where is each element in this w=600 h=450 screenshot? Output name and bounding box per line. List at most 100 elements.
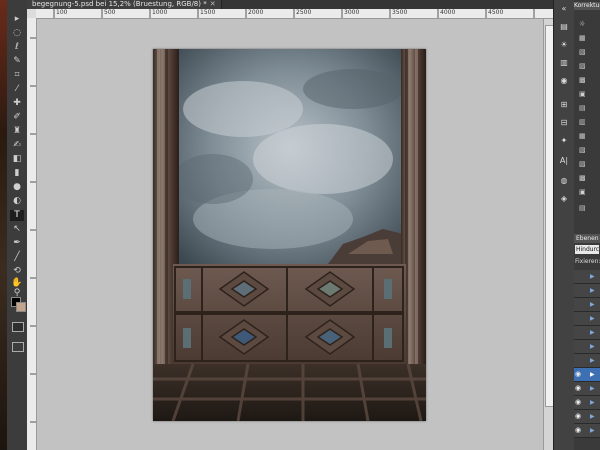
visibility-eye-icon[interactable]: ◉	[575, 370, 582, 379]
crop-tool-icon[interactable]: ⌗	[10, 70, 24, 81]
ruler-label: 1000	[152, 9, 168, 16]
levels-panel-icon[interactable]: ▥	[558, 58, 570, 68]
3d-panel-icon[interactable]: ◈	[558, 194, 570, 204]
group-expand-icon[interactable]: ▶	[590, 315, 595, 322]
layer-row[interactable]: ◉ ▶	[574, 396, 600, 410]
adjust-photo-filter-icon[interactable]: ▣	[579, 90, 589, 98]
adjust-hue-icon[interactable]: ▧	[579, 48, 589, 56]
adjust-balance-icon[interactable]: ▨	[579, 62, 589, 70]
rectangle-tool-icon[interactable]: ╱	[10, 252, 24, 263]
3d-rotate-tool-icon[interactable]: ⟲	[10, 266, 24, 277]
horizontal-ruler[interactable]: 100 500 1000 1500 2000 2500 3000 3500 40…	[36, 9, 553, 19]
channels-panel-icon[interactable]: ◉	[558, 76, 570, 86]
adjust-curves-icon[interactable]: ▦	[579, 34, 589, 42]
ruler-label: 1500	[200, 9, 216, 16]
visibility-eye-icon[interactable]: ◉	[575, 384, 582, 393]
visibility-eye-icon[interactable]: ◉	[575, 412, 582, 421]
adjust-gradient-map-icon[interactable]: ▨	[579, 160, 589, 168]
blend-mode-select[interactable]: Hindurch	[575, 245, 599, 254]
layer-row-selected[interactable]: ◉ ▶	[574, 368, 600, 382]
brightness-panel-icon[interactable]: ☀	[558, 40, 570, 50]
layer-row[interactable]: ▶	[574, 354, 600, 368]
document-tab-bar: begegnung-5.psd bei 15,2% (Bruestung, RG…	[27, 0, 553, 9]
ruler-label: 3500	[392, 9, 408, 16]
ruler-label: 500	[104, 9, 116, 16]
adjust-invert-icon[interactable]: ▥	[579, 118, 589, 126]
brush-preset-panel-icon[interactable]: ✦	[558, 136, 570, 146]
layer-row[interactable]: ▶	[574, 298, 600, 312]
quick-mask-button[interactable]	[12, 322, 24, 332]
layers-tab[interactable]: Ebenen	[574, 234, 600, 243]
lock-label: Fixieren:	[575, 258, 600, 265]
path-select-tool-icon[interactable]: ↖	[10, 224, 24, 235]
group-expand-icon[interactable]: ▶	[590, 329, 595, 336]
group-expand-icon[interactable]: ▶	[590, 427, 595, 434]
group-expand-icon[interactable]: ▶	[590, 413, 595, 420]
panel-dock-icons: « ▤ ☀ ▥ ◉ ⊞ ⊟ ✦ A| ◍ ◈	[553, 0, 575, 450]
document-tab[interactable]: begegnung-5.psd bei 15,2% (Bruestung, RG…	[27, 0, 222, 9]
history-panel-icon[interactable]: ▤	[558, 22, 570, 32]
collapse-arrows-icon[interactable]: «	[558, 4, 570, 14]
move-tool-icon[interactable]: ▸	[10, 14, 24, 25]
ruler-ticks	[30, 37, 36, 423]
visibility-eye-icon[interactable]: ◉	[575, 426, 582, 435]
adjustments-tab[interactable]: Korrektur	[574, 2, 600, 10]
group-expand-icon[interactable]: ▶	[590, 357, 595, 364]
visibility-eye-icon[interactable]: ◉	[575, 398, 582, 407]
close-icon[interactable]: ✕	[210, 0, 216, 8]
styles-panel-icon[interactable]: ◍	[558, 176, 570, 186]
adjust-brightness-icon[interactable]: ☼	[579, 20, 589, 28]
layer-row[interactable]: ◉ ▶	[574, 382, 600, 396]
group-expand-icon[interactable]: ▶	[590, 301, 595, 308]
lasso-tool-icon[interactable]: ℓ	[10, 42, 24, 53]
adjust-threshold-icon[interactable]: ▧	[579, 146, 589, 154]
character-panel-icon[interactable]: A|	[558, 156, 570, 166]
navigator-panel-icon[interactable]: ⊞	[558, 100, 570, 110]
ruler-label: 100	[56, 9, 68, 16]
layer-row[interactable]: ▶	[574, 312, 600, 326]
group-expand-icon[interactable]: ▶	[590, 385, 595, 392]
gradient-tool-icon[interactable]: ▮	[10, 168, 24, 179]
adjacent-window-strip	[0, 0, 7, 450]
adjust-mixer-icon[interactable]: ▤	[579, 104, 589, 112]
adjust-bw-icon[interactable]: ▩	[579, 76, 589, 84]
dodge-tool-icon[interactable]: ◐	[10, 196, 24, 207]
marquee-tool-icon[interactable]: ◌	[10, 28, 24, 39]
layer-row[interactable]: ▶	[574, 326, 600, 340]
document-canvas[interactable]	[153, 49, 426, 421]
pen-tool-icon[interactable]: ✒	[10, 238, 24, 249]
ruler-label: 2000	[248, 9, 264, 16]
vertical-ruler[interactable]	[27, 18, 37, 450]
layer-row[interactable]: ◉ ▶	[574, 424, 600, 438]
document-title: begegnung-5.psd bei 15,2% (Bruestung, RG…	[32, 0, 207, 8]
ruler-label: 2500	[296, 9, 312, 16]
type-tool-icon[interactable]: T	[10, 210, 24, 221]
paths-panel-icon[interactable]: ⊟	[558, 118, 570, 128]
adjust-extra-icon[interactable]: ▤	[579, 204, 589, 212]
eraser-tool-icon[interactable]: ◧	[10, 154, 24, 165]
group-expand-icon[interactable]: ▶	[590, 343, 595, 350]
ruler-label: 4500	[488, 9, 504, 16]
group-expand-icon[interactable]: ▶	[590, 273, 595, 280]
layer-row[interactable]: ▶	[574, 284, 600, 298]
history-brush-tool-icon[interactable]: ✍	[10, 140, 24, 151]
background-color-swatch[interactable]	[16, 302, 26, 312]
artwork-image	[153, 49, 426, 421]
spot-heal-tool-icon[interactable]: ✚	[10, 98, 24, 109]
brush-tool-icon[interactable]: ✐	[10, 112, 24, 123]
adjust-posterize-icon[interactable]: ▦	[579, 132, 589, 140]
clone-stamp-tool-icon[interactable]: ♜	[10, 126, 24, 137]
layer-row[interactable]: ▶	[574, 340, 600, 354]
ruler-label: 3000	[344, 9, 360, 16]
layer-row[interactable]: ▶	[574, 270, 600, 284]
group-expand-icon[interactable]: ▶	[590, 371, 595, 378]
quick-select-tool-icon[interactable]: ✎	[10, 56, 24, 67]
layer-row[interactable]: ◉ ▶	[574, 410, 600, 424]
blur-tool-icon[interactable]: ●	[10, 182, 24, 193]
adjust-more-icon[interactable]: ▣	[579, 188, 589, 196]
adjust-selective-icon[interactable]: ▩	[579, 174, 589, 182]
group-expand-icon[interactable]: ▶	[590, 287, 595, 294]
group-expand-icon[interactable]: ▶	[590, 399, 595, 406]
screen-mode-button[interactable]	[12, 342, 24, 352]
eyedropper-tool-icon[interactable]: ⁄	[10, 84, 24, 95]
